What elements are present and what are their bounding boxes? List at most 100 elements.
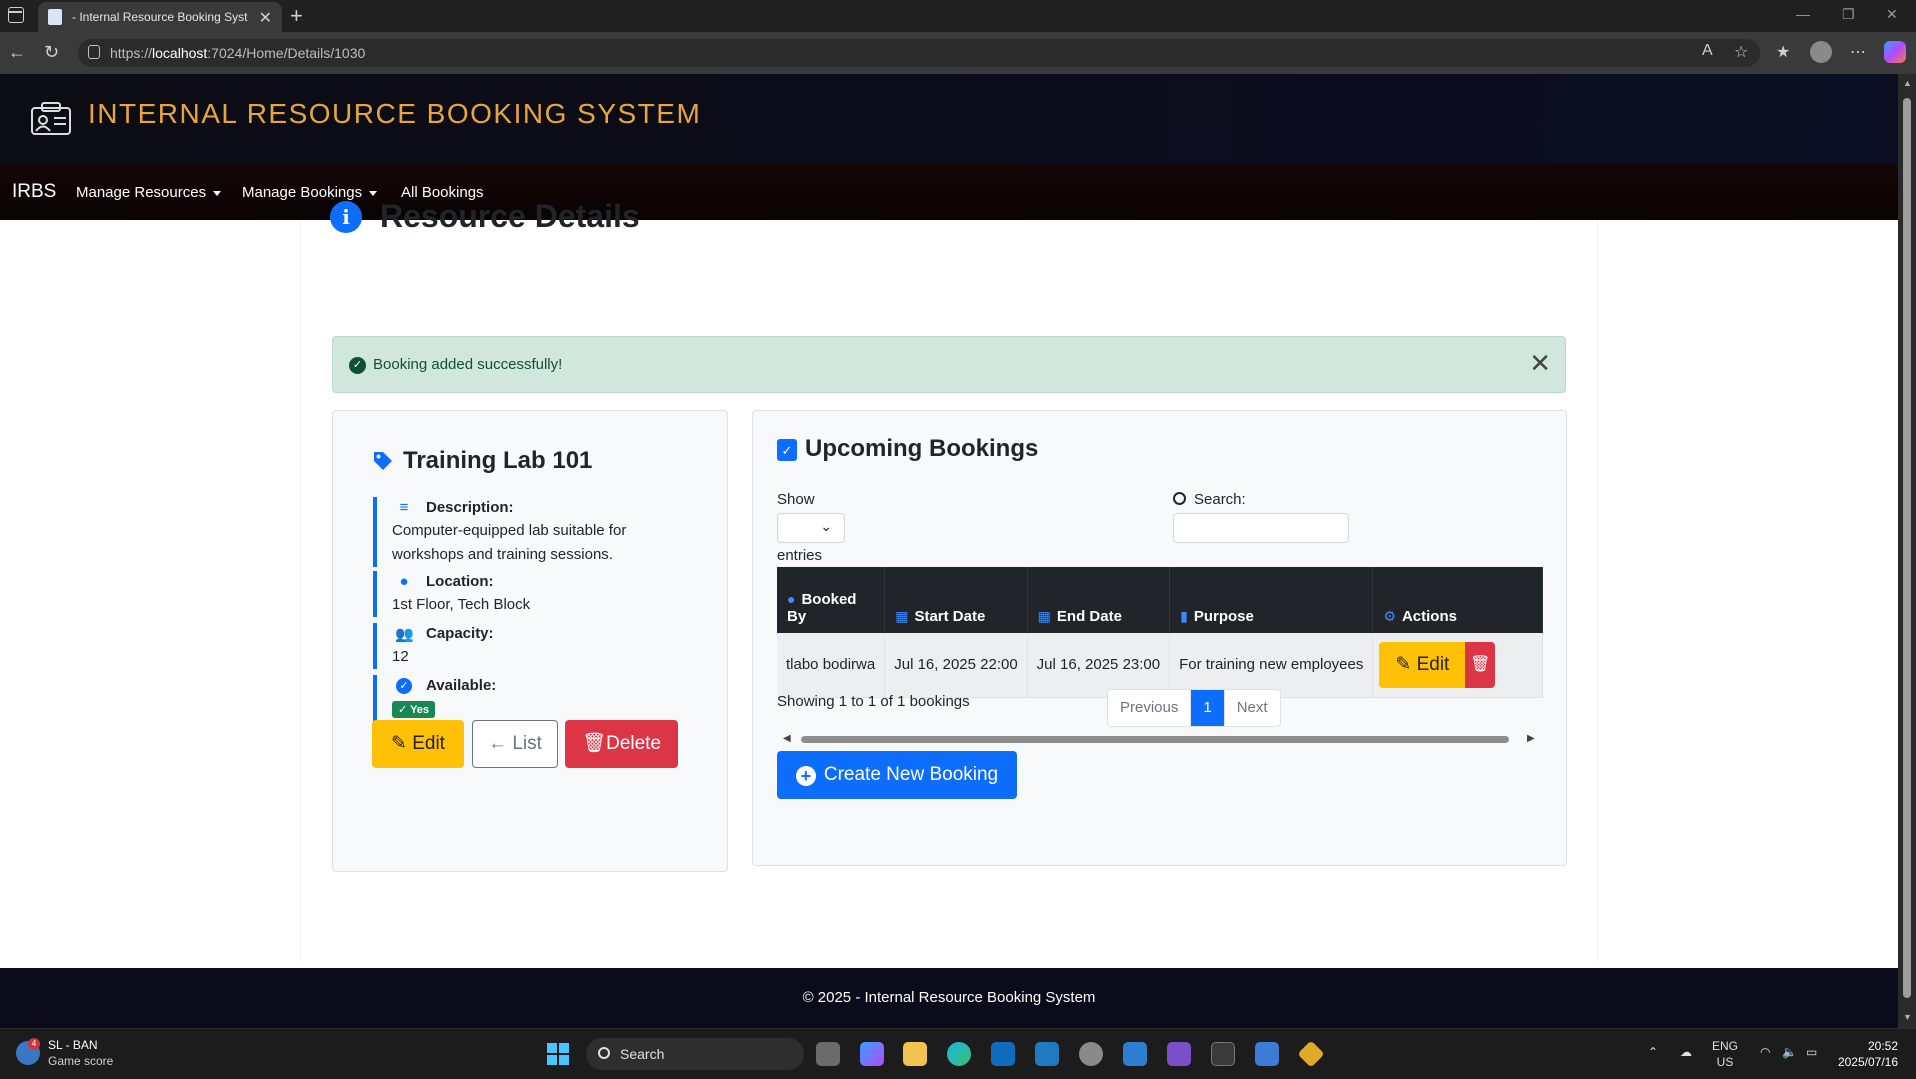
notepad-icon[interactable] [1255,1042,1279,1066]
tab-close-icon[interactable]: ✕ [259,8,272,28]
window-close-icon[interactable]: ✕ [1886,6,1898,23]
reload-icon[interactable]: ↻ [44,42,59,63]
terminal-icon[interactable] [1211,1042,1235,1066]
language-indicator[interactable]: ENG US [1712,1038,1738,1070]
tab-title: - Internal Resource Booking System [72,10,248,24]
delete-resource-button[interactable]: 🗑Delete [565,720,678,768]
navbar-brand[interactable]: IRBS [12,181,56,203]
new-tab-icon[interactable]: + [290,3,303,29]
calendar-icon: ▦ [895,608,909,624]
profile-avatar-icon[interactable] [1810,41,1832,63]
widget-line1[interactable]: SL - BAN [48,1038,98,1052]
col-label: Start Date [914,608,986,625]
file-icon: ▮ [1180,608,1188,624]
taskbar-clock[interactable]: 20:52 2025/07/16 [1832,1038,1898,1070]
edit-booking-button[interactable]: ✎ Edit [1379,641,1466,688]
bookings-card: ✓ Upcoming Bookings Show ⌄ entries Searc… [752,410,1567,866]
create-booking-button[interactable]: + Create New Booking [777,751,1017,799]
vscode-app-icon[interactable] [1035,1042,1059,1066]
description-label: Description: [426,499,514,516]
more-menu-icon[interactable]: ⋯ [1850,42,1866,62]
search-input[interactable] [1173,513,1349,543]
visual-studio-icon[interactable] [1167,1042,1191,1066]
copilot-app-icon[interactable] [860,1042,884,1066]
edit-resource-button[interactable]: ✎ Edit [372,720,464,768]
scroll-up-icon[interactable]: ▲ [1903,78,1912,88]
pagination-previous[interactable]: Previous [1108,690,1192,726]
volume-icon[interactable]: 🔈 [1782,1045,1797,1059]
delete-resource-label: Delete [606,733,662,754]
git-app-icon[interactable] [1297,1040,1325,1068]
page-scrollbar[interactable]: ▲ ▼ [1898,74,1916,1028]
trash-icon: 🗑 [581,733,607,754]
scrollbar-thumb[interactable] [801,736,1509,743]
task-view-icon[interactable] [816,1042,840,1066]
nav-manage-bookings[interactable]: Manage Bookings [242,184,378,201]
scroll-right-icon[interactable]: ▶ [1527,733,1535,744]
copilot-icon[interactable] [1884,41,1906,63]
resource-name: Training Lab 101 [403,447,593,474]
widget-line2[interactable]: Game score [48,1054,113,1068]
col-booked-by[interactable]: ● Booked By [777,567,886,633]
onedrive-icon[interactable]: ☁ [1680,1045,1692,1059]
check-circle-icon: ✓ [396,678,412,694]
back-icon[interactable]: ← [8,42,26,63]
nav-label: Manage Bookings [242,184,363,201]
pagination-next[interactable]: Next [1224,690,1280,726]
delete-booking-button[interactable]: 🗑 [1465,641,1496,688]
bookings-heading: Upcoming Bookings [805,435,1039,462]
sidebar-toggle-icon[interactable] [8,7,24,23]
cell-end-date: Jul 16, 2025 23:00 [1027,633,1171,698]
location-value: 1st Floor, Tech Block [392,596,531,613]
url-host: localhost [152,45,208,61]
site-header: INTERNAL RESOURCE BOOKING SYSTEM [0,74,1898,164]
scrollbar-thumb[interactable] [1903,98,1911,998]
photos-icon[interactable] [1123,1042,1147,1066]
minimize-icon[interactable]: — [1796,6,1810,22]
tray-chevron-icon[interactable]: ⌃ [1648,1045,1658,1059]
cell-start-date: Jul 16, 2025 22:00 [884,633,1028,698]
available-badge: ✓ Yes [392,701,436,718]
battery-icon[interactable]: ▭ [1806,1045,1817,1059]
site-title[interactable]: INTERNAL RESOURCE BOOKING SYSTEM [88,98,701,130]
col-start-date[interactable]: ▦ Start Date [884,567,1028,633]
alert-close-icon[interactable]: ✕ [1529,349,1551,377]
main-navbar: IRBS Manage Resources Manage Bookings Al… [0,164,1898,220]
browser-tab[interactable]: - Internal Resource Booking System ✕ [38,2,282,32]
col-end-date[interactable]: ▦ End Date [1027,567,1171,633]
alert-message: Booking added successfully! [373,356,563,373]
search-label: Search: [1194,491,1246,508]
col-actions: ⚙ Actions [1372,567,1543,633]
back-to-list-label: List [512,733,542,754]
success-alert: ✓ Booking added successfully! ✕ [332,336,1566,393]
back-to-list-button[interactable]: ← List [472,720,558,768]
edge-icon[interactable] [947,1042,971,1066]
location-field: ● Location: 1st Floor, Tech Block [373,571,673,617]
restore-icon[interactable]: ❐ [1842,6,1855,23]
start-icon[interactable] [547,1043,569,1065]
edit-icon: ✎ [1395,653,1417,675]
table-info: Showing 1 to 1 of 1 bookings [777,693,970,710]
lang-line1: ENG [1712,1039,1739,1053]
table-horizontal-scrollbar[interactable]: ◀ ▶ [777,733,1543,745]
file-explorer-icon[interactable] [903,1042,927,1066]
entries-select[interactable]: ⌄ [777,513,845,543]
scroll-left-icon[interactable]: ◀ [783,733,791,744]
available-value: Yes [410,704,430,716]
col-purpose[interactable]: ▮ Purpose [1169,567,1374,633]
cell-actions: ✎ Edit 🗑 [1372,633,1543,698]
scroll-down-icon[interactable]: ▼ [1903,1012,1912,1022]
pagination-page[interactable]: 1 [1191,690,1225,726]
nav-manage-resources[interactable]: Manage Resources [76,184,222,201]
outlook-icon[interactable] [991,1042,1015,1066]
url-field[interactable]: https://localhost:7024/Home/Details/1030 [78,39,1760,67]
settings-icon[interactable] [1079,1042,1103,1066]
taskbar-search[interactable]: Search [586,1038,804,1070]
favorites-icon[interactable]: ★ [1776,42,1790,62]
cell-purpose: For training new employees [1169,633,1374,698]
col-label: Purpose [1193,608,1254,625]
site-info-icon[interactable] [88,45,100,59]
read-aloud-icon[interactable]: A [1702,42,1713,60]
favorite-star-icon[interactable]: ☆ [1734,42,1748,62]
wifi-icon[interactable]: ◠ [1760,1045,1770,1059]
